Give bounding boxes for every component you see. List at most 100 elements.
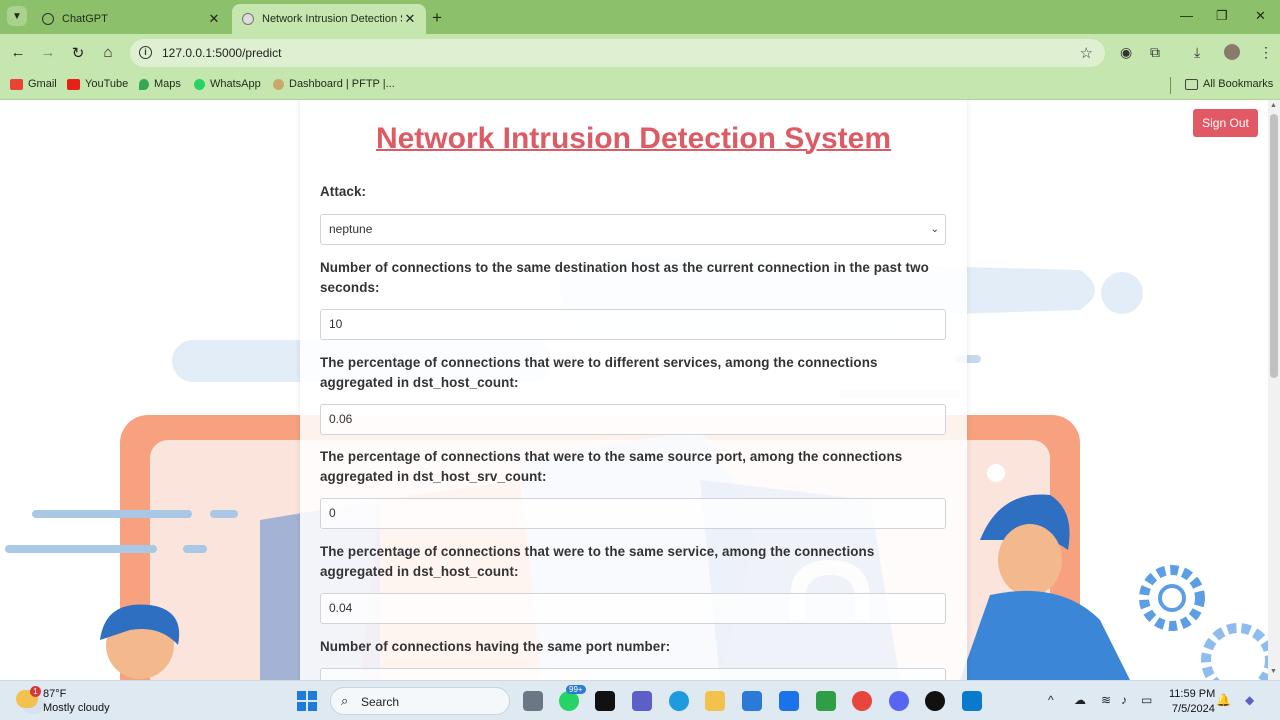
same-port-count-label: Number of connections having the same po… <box>320 639 671 654</box>
search-icon: ⌕ <box>341 693 349 708</box>
tab-chatgpt[interactable]: ChatGPT ✕ <box>32 4 230 34</box>
profile-avatar[interactable] <box>1224 44 1240 60</box>
edge-icon[interactable] <box>669 691 689 711</box>
teams-icon[interactable] <box>632 691 652 711</box>
dst-host-count-input[interactable]: 10 <box>320 309 946 340</box>
attack-label: Attack: <box>320 184 367 199</box>
site-info-icon[interactable]: i <box>139 46 152 59</box>
bookmark-gmail[interactable]: Gmail <box>10 78 57 90</box>
extension-icon[interactable]: ◉ <box>1120 44 1132 61</box>
url-text[interactable]: 127.0.0.1:5000/predict <box>162 46 281 60</box>
forward-arrow-icon[interactable]: → <box>38 44 58 61</box>
window-close-icon[interactable]: ✕ <box>1255 8 1266 24</box>
bookmarks-divider <box>1170 77 1171 94</box>
taskbar-search[interactable]: ⌕ Search <box>330 687 510 715</box>
task-view-icon[interactable] <box>523 691 543 711</box>
netflix-icon[interactable] <box>595 691 615 711</box>
page-viewport: Network Intrusion Detection System Attac… <box>0 100 1268 680</box>
attack-select[interactable]: neptune ⌄ <box>320 214 946 245</box>
microsoft-store-icon[interactable] <box>742 691 762 711</box>
search-label: Search <box>361 695 400 709</box>
reload-icon[interactable]: ↻ <box>68 44 88 62</box>
bookmark-star-icon[interactable]: ☆ <box>1080 44 1093 62</box>
prediction-form-card: Network Intrusion Detection System Attac… <box>300 100 967 680</box>
chevron-down-icon: ⌄ <box>930 224 939 235</box>
page-title: Network Intrusion Detection System <box>375 122 892 155</box>
tab-title: ChatGPT <box>62 13 108 25</box>
same-port-count-input[interactable] <box>320 668 946 680</box>
back-arrow-icon[interactable]: ← <box>8 44 28 61</box>
battery-icon[interactable]: ▭ <box>1141 693 1152 707</box>
windows-start-icon[interactable] <box>297 691 317 711</box>
bookmark-label: WhatsApp <box>210 78 261 90</box>
clock-time[interactable]: 11:59 PM <box>1169 688 1215 700</box>
bookmark-maps[interactable]: Maps <box>139 78 181 90</box>
file-explorer-icon[interactable] <box>705 691 725 711</box>
whatsapp-taskbar-icon[interactable] <box>559 691 579 711</box>
scroll-down-icon[interactable]: ▼ <box>1270 668 1277 675</box>
bookmark-label: Dashboard | PFTP |... <box>289 78 395 90</box>
close-icon[interactable]: ✕ <box>206 11 222 27</box>
same-srv-rate-label: The percentage of connections that were … <box>320 544 875 579</box>
scrollbar-thumb[interactable] <box>1270 114 1278 378</box>
sign-out-button[interactable]: Sign Out <box>1193 109 1258 137</box>
menu-kebab-icon[interactable]: ⋮ <box>1259 44 1273 61</box>
bookmark-whatsapp[interactable]: WhatsApp <box>194 78 261 90</box>
clock-date[interactable]: 7/5/2024 <box>1172 703 1215 715</box>
maps-pin-icon <box>139 78 149 90</box>
bookmark-label: YouTube <box>85 78 129 90</box>
weather-temperature[interactable]: 87°F <box>43 688 66 700</box>
same-src-port-rate-input[interactable]: 0 <box>320 498 946 529</box>
weather-description[interactable]: Mostly cloudy <box>43 702 110 714</box>
bookmarks-bar: Gmail YouTube Maps WhatsApp Dashboard | … <box>0 72 1280 100</box>
vscode-icon[interactable] <box>962 691 982 711</box>
home-icon[interactable]: ⌂ <box>98 44 118 61</box>
youtube-icon <box>67 78 80 90</box>
tab-title: Network Intrusion Detection Sy <box>262 13 402 25</box>
diff-srv-rate-label: The percentage of connections that were … <box>320 355 878 390</box>
browser-tab-bar: ▼ ChatGPT ✕ Network Intrusion Detection … <box>0 0 1280 34</box>
chevron-up-icon[interactable]: ^ <box>1048 693 1054 707</box>
chrome-icon[interactable] <box>852 691 872 711</box>
puzzle-icon[interactable]: ⧉ <box>1150 44 1160 61</box>
bookmark-label: All Bookmarks <box>1203 78 1274 90</box>
all-bookmarks[interactable]: All Bookmarks <box>1185 78 1273 90</box>
whatsapp-unread-badge: 99+ <box>566 685 586 694</box>
scroll-up-icon[interactable]: ▲ <box>1270 102 1277 109</box>
page-scrollbar[interactable]: ▲ ▼ <box>1268 100 1280 680</box>
onedrive-icon[interactable]: ☁ <box>1074 693 1086 707</box>
mail-icon[interactable] <box>779 691 799 711</box>
volume-icon[interactable]: ♪ <box>1121 693 1127 707</box>
discord-icon[interactable] <box>889 691 909 711</box>
chatgpt-favicon-icon <box>42 13 54 25</box>
spreadsheet-app-icon[interactable] <box>816 691 836 711</box>
bookmark-dashboard[interactable]: Dashboard | PFTP |... <box>273 78 395 90</box>
tab-search-icon[interactable]: ▼ <box>7 6 27 26</box>
globe-favicon-icon <box>242 13 254 25</box>
address-bar[interactable]: i 127.0.0.1:5000/predict ☆ <box>130 39 1105 67</box>
windows-taskbar: 1 87°F Mostly cloudy ⌕ Search 99+ ^ ☁ ≋ … <box>0 680 1280 720</box>
diff-srv-rate-input[interactable]: 0.06 <box>320 404 946 435</box>
same-src-port-rate-label: The percentage of connections that were … <box>320 449 903 484</box>
attack-select-value: neptune <box>329 222 373 236</box>
maximize-icon[interactable]: ❐ <box>1216 8 1228 24</box>
new-tab-plus-icon[interactable]: + <box>432 8 442 28</box>
same-srv-rate-input[interactable]: 0.04 <box>320 593 946 624</box>
tab-network-intrusion[interactable]: Network Intrusion Detection Sy ✕ <box>232 4 426 34</box>
gmail-icon <box>10 78 23 90</box>
dst-host-count-label: Number of connections to the same destin… <box>320 260 929 295</box>
github-icon[interactable] <box>925 691 945 711</box>
minimize-icon[interactable]: — <box>1180 8 1193 23</box>
close-icon[interactable]: ✕ <box>402 11 418 27</box>
bookmark-label: Gmail <box>28 78 57 90</box>
browser-toolbar: ← → ↻ ⌂ i 127.0.0.1:5000/predict ☆ ◉ ⧉ ⤓… <box>0 34 1280 72</box>
copilot-icon[interactable]: ◆ <box>1245 693 1254 707</box>
weather-badge: 1 <box>30 686 41 697</box>
folder-icon <box>1185 78 1198 90</box>
bookmark-youtube[interactable]: YouTube <box>67 78 128 90</box>
wifi-icon[interactable]: ≋ <box>1101 693 1111 707</box>
notification-bell-icon[interactable]: 🔔 <box>1216 693 1231 707</box>
dashboard-icon <box>273 78 284 90</box>
bookmark-label: Maps <box>154 78 181 90</box>
download-icon[interactable]: ⤓ <box>1194 44 1200 61</box>
